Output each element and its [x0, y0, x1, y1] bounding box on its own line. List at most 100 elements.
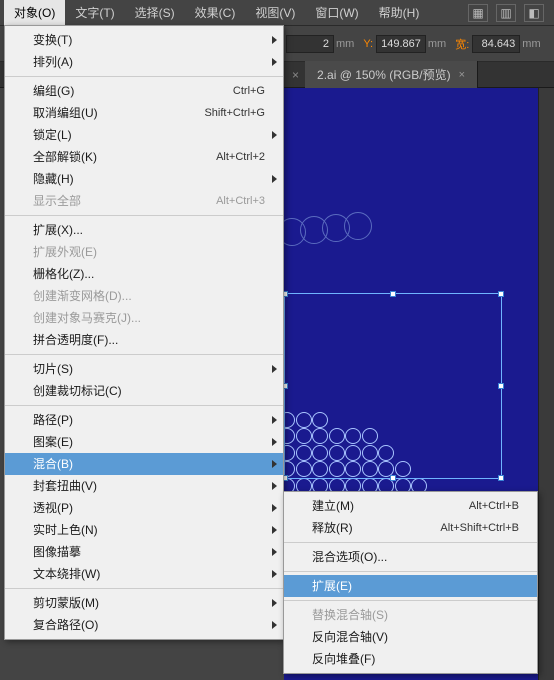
- menu-shortcut: Shift+Ctrl+G: [204, 105, 265, 121]
- menu-label: 锁定(L): [33, 127, 265, 143]
- object-menu-item[interactable]: 创建裁切标记(C): [5, 380, 283, 402]
- object-menu-item: 创建渐变网格(D)...: [5, 285, 283, 307]
- blend-submenu: 建立(M)Alt+Ctrl+B释放(R)Alt+Shift+Ctrl+B 混合选项…: [283, 491, 538, 674]
- selection-box[interactable]: [284, 293, 502, 479]
- object-menu-item[interactable]: 文本绕排(W): [5, 563, 283, 585]
- y-label: Y:: [360, 38, 376, 50]
- menu-label: 拼合透明度(F)...: [33, 332, 265, 348]
- menu-label: 复合路径(O): [33, 617, 265, 633]
- w-value[interactable]: 84.643: [472, 35, 520, 53]
- chevron-right-icon: [272, 131, 277, 139]
- menu-shortcut: Alt+Shift+Ctrl+B: [440, 520, 519, 536]
- x-value[interactable]: 2: [286, 35, 334, 53]
- object-menu-item[interactable]: 透视(P): [5, 497, 283, 519]
- blend-menu-item[interactable]: 建立(M)Alt+Ctrl+B: [284, 495, 537, 517]
- chevron-right-icon: [272, 570, 277, 578]
- scrollbar-vertical[interactable]: [538, 88, 554, 680]
- menubar-item-object[interactable]: 对象(O): [4, 0, 65, 26]
- menu-label: 创建对象马赛克(J)...: [33, 310, 265, 326]
- chevron-right-icon: [272, 599, 277, 607]
- menu-label: 图像描摹: [33, 544, 265, 560]
- object-menu-item[interactable]: 锁定(L): [5, 124, 283, 146]
- blend-menu-item: 替换混合轴(S): [284, 604, 537, 626]
- menu-label: 切片(S): [33, 361, 265, 377]
- object-menu-item[interactable]: 路径(P): [5, 409, 283, 431]
- handle-top-mid[interactable]: [390, 291, 396, 297]
- object-menu-item[interactable]: 封套扭曲(V): [5, 475, 283, 497]
- menu-label: 反向混合轴(V): [312, 629, 519, 645]
- menu-label: 透视(P): [33, 500, 265, 516]
- object-menu-item: 创建对象马赛克(J)...: [5, 307, 283, 329]
- menu-label: 混合选项(O)...: [312, 549, 519, 565]
- chevron-right-icon: [272, 460, 277, 468]
- handle-mid-left[interactable]: [284, 383, 288, 389]
- object-menu-item[interactable]: 排列(A): [5, 51, 283, 73]
- blend-menu-item[interactable]: 反向堆叠(F): [284, 648, 537, 670]
- y-value[interactable]: 149.867: [376, 35, 426, 53]
- menubar-tools: ▦ ▥ ◧: [468, 4, 550, 22]
- object-menu-item[interactable]: 扩展(X)...: [5, 219, 283, 241]
- object-menu: 变换(T)排列(A)编组(G)Ctrl+G取消编组(U)Shift+Ctrl+G…: [4, 25, 284, 640]
- menu-label: 替换混合轴(S): [312, 607, 519, 623]
- object-menu-item[interactable]: 全部解锁(K)Alt+Ctrl+2: [5, 146, 283, 168]
- menu-label: 实时上色(N): [33, 522, 265, 538]
- layout-icon-3[interactable]: ◧: [524, 4, 544, 22]
- menu-shortcut: Ctrl+G: [233, 83, 265, 99]
- object-menu-item[interactable]: 取消编组(U)Shift+Ctrl+G: [5, 102, 283, 124]
- menu-label: 路径(P): [33, 412, 265, 428]
- menubar-item-type[interactable]: 文字(T): [65, 0, 124, 26]
- menu-label: 编组(G): [33, 83, 233, 99]
- object-menu-item[interactable]: 切片(S): [5, 358, 283, 380]
- object-menu-item: 扩展外观(E): [5, 241, 283, 263]
- object-menu-item[interactable]: 实时上色(N): [5, 519, 283, 541]
- menu-label: 扩展(X)...: [33, 222, 265, 238]
- tab-close-prev[interactable]: ×: [286, 68, 305, 82]
- chevron-right-icon: [272, 365, 277, 373]
- blend-menu-item[interactable]: 混合选项(O)...: [284, 546, 537, 568]
- menubar: 对象(O) 文字(T) 选择(S) 效果(C) 视图(V) 窗口(W) 帮助(H…: [0, 0, 554, 26]
- document-tab[interactable]: 2.ai @ 150% (RGB/预览) ×: [305, 61, 478, 88]
- chevron-right-icon: [272, 526, 277, 534]
- handle-bottom-left[interactable]: [284, 475, 288, 481]
- object-menu-item[interactable]: 图案(E): [5, 431, 283, 453]
- handle-top-left[interactable]: [284, 291, 288, 297]
- menu-label: 文本绕排(W): [33, 566, 265, 582]
- menu-label: 建立(M): [312, 498, 469, 514]
- blend-menu-item[interactable]: 释放(R)Alt+Shift+Ctrl+B: [284, 517, 537, 539]
- object-menu-item[interactable]: 剪切蒙版(M): [5, 592, 283, 614]
- object-menu-item[interactable]: 图像描摹: [5, 541, 283, 563]
- menu-label: 封套扭曲(V): [33, 478, 265, 494]
- menu-label: 取消编组(U): [33, 105, 204, 121]
- menu-label: 栅格化(Z)...: [33, 266, 265, 282]
- object-menu-item[interactable]: 复合路径(O): [5, 614, 283, 636]
- layout-icon-2[interactable]: ▥: [496, 4, 516, 22]
- object-menu-item[interactable]: 变换(T): [5, 29, 283, 51]
- object-menu-item[interactable]: 混合(B): [5, 453, 283, 475]
- blend-menu-item[interactable]: 扩展(E): [284, 575, 537, 597]
- handle-top-right[interactable]: [498, 291, 504, 297]
- menubar-item-help[interactable]: 帮助(H): [369, 0, 430, 26]
- blend-menu-item[interactable]: 反向混合轴(V): [284, 626, 537, 648]
- chevron-right-icon: [272, 36, 277, 44]
- chevron-right-icon: [272, 621, 277, 629]
- menu-label: 变换(T): [33, 32, 265, 48]
- object-menu-item[interactable]: 编组(G)Ctrl+G: [5, 80, 283, 102]
- handle-mid-right[interactable]: [498, 383, 504, 389]
- menubar-item-window[interactable]: 窗口(W): [305, 0, 368, 26]
- menu-label: 创建渐变网格(D)...: [33, 288, 265, 304]
- object-menu-item: 显示全部Alt+Ctrl+3: [5, 190, 283, 212]
- menubar-item-effect[interactable]: 效果(C): [185, 0, 246, 26]
- menu-label: 创建裁切标记(C): [33, 383, 265, 399]
- chevron-right-icon: [272, 548, 277, 556]
- menubar-item-select[interactable]: 选择(S): [125, 0, 185, 26]
- w-unit: mm: [522, 38, 546, 50]
- object-menu-item[interactable]: 隐藏(H): [5, 168, 283, 190]
- handle-bottom-mid[interactable]: [390, 475, 396, 481]
- layout-icon-1[interactable]: ▦: [468, 4, 488, 22]
- menu-label: 扩展(E): [312, 578, 519, 594]
- handle-bottom-right[interactable]: [498, 475, 504, 481]
- object-menu-item[interactable]: 拼合透明度(F)...: [5, 329, 283, 351]
- object-menu-item[interactable]: 栅格化(Z)...: [5, 263, 283, 285]
- tab-close-icon[interactable]: ×: [459, 69, 465, 81]
- menubar-item-view[interactable]: 视图(V): [245, 0, 305, 26]
